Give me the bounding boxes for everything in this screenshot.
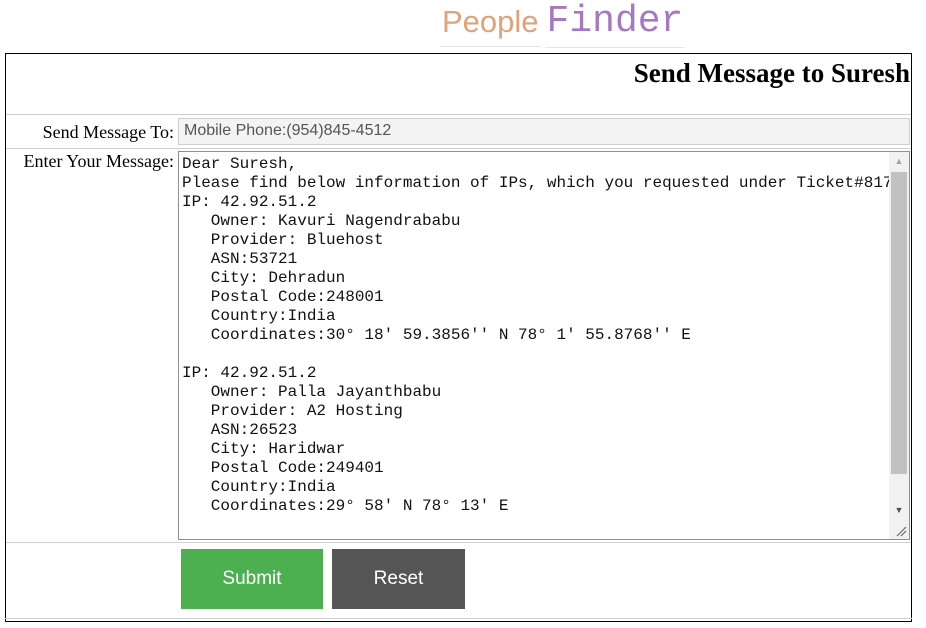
resize-handle-icon[interactable]	[889, 519, 909, 539]
page-title: Send Message to Suresh	[633, 58, 910, 88]
message-label: Enter Your Message:	[23, 151, 175, 171]
title-row: Send Message to Suresh	[6, 54, 911, 115]
message-textarea[interactable]: Dear Suresh, Please find below informati…	[178, 151, 910, 540]
scroll-down-arrow-icon[interactable]: ▼	[889, 501, 909, 519]
recipient-row: Send Message To: Mobile Phone:(954)845-4…	[6, 116, 911, 149]
message-row: Enter Your Message: Dear Suresh, Please …	[6, 149, 911, 543]
scroll-up-arrow-icon[interactable]: ▲	[889, 152, 909, 170]
scrollbar-thumb[interactable]	[891, 172, 907, 474]
message-text[interactable]: Dear Suresh, Please find below informati…	[182, 155, 902, 516]
reset-button[interactable]: Reset	[332, 549, 465, 609]
people-finder-logo: People Finder	[440, 0, 686, 48]
recipient-field[interactable]: Mobile Phone:(954)845-4512	[178, 118, 910, 145]
logo-word-finder: Finder	[544, 0, 686, 48]
message-scrollbar[interactable]: ▲ ▼	[889, 152, 909, 519]
button-row: Submit Reset	[6, 543, 911, 621]
recipient-label: Send Message To:	[42, 122, 174, 142]
logo-word-people: People	[440, 4, 541, 47]
send-message-form: Send Message to Suresh Send Message To: …	[5, 53, 912, 622]
bottom-divider	[5, 618, 912, 619]
submit-button[interactable]: Submit	[181, 549, 323, 609]
